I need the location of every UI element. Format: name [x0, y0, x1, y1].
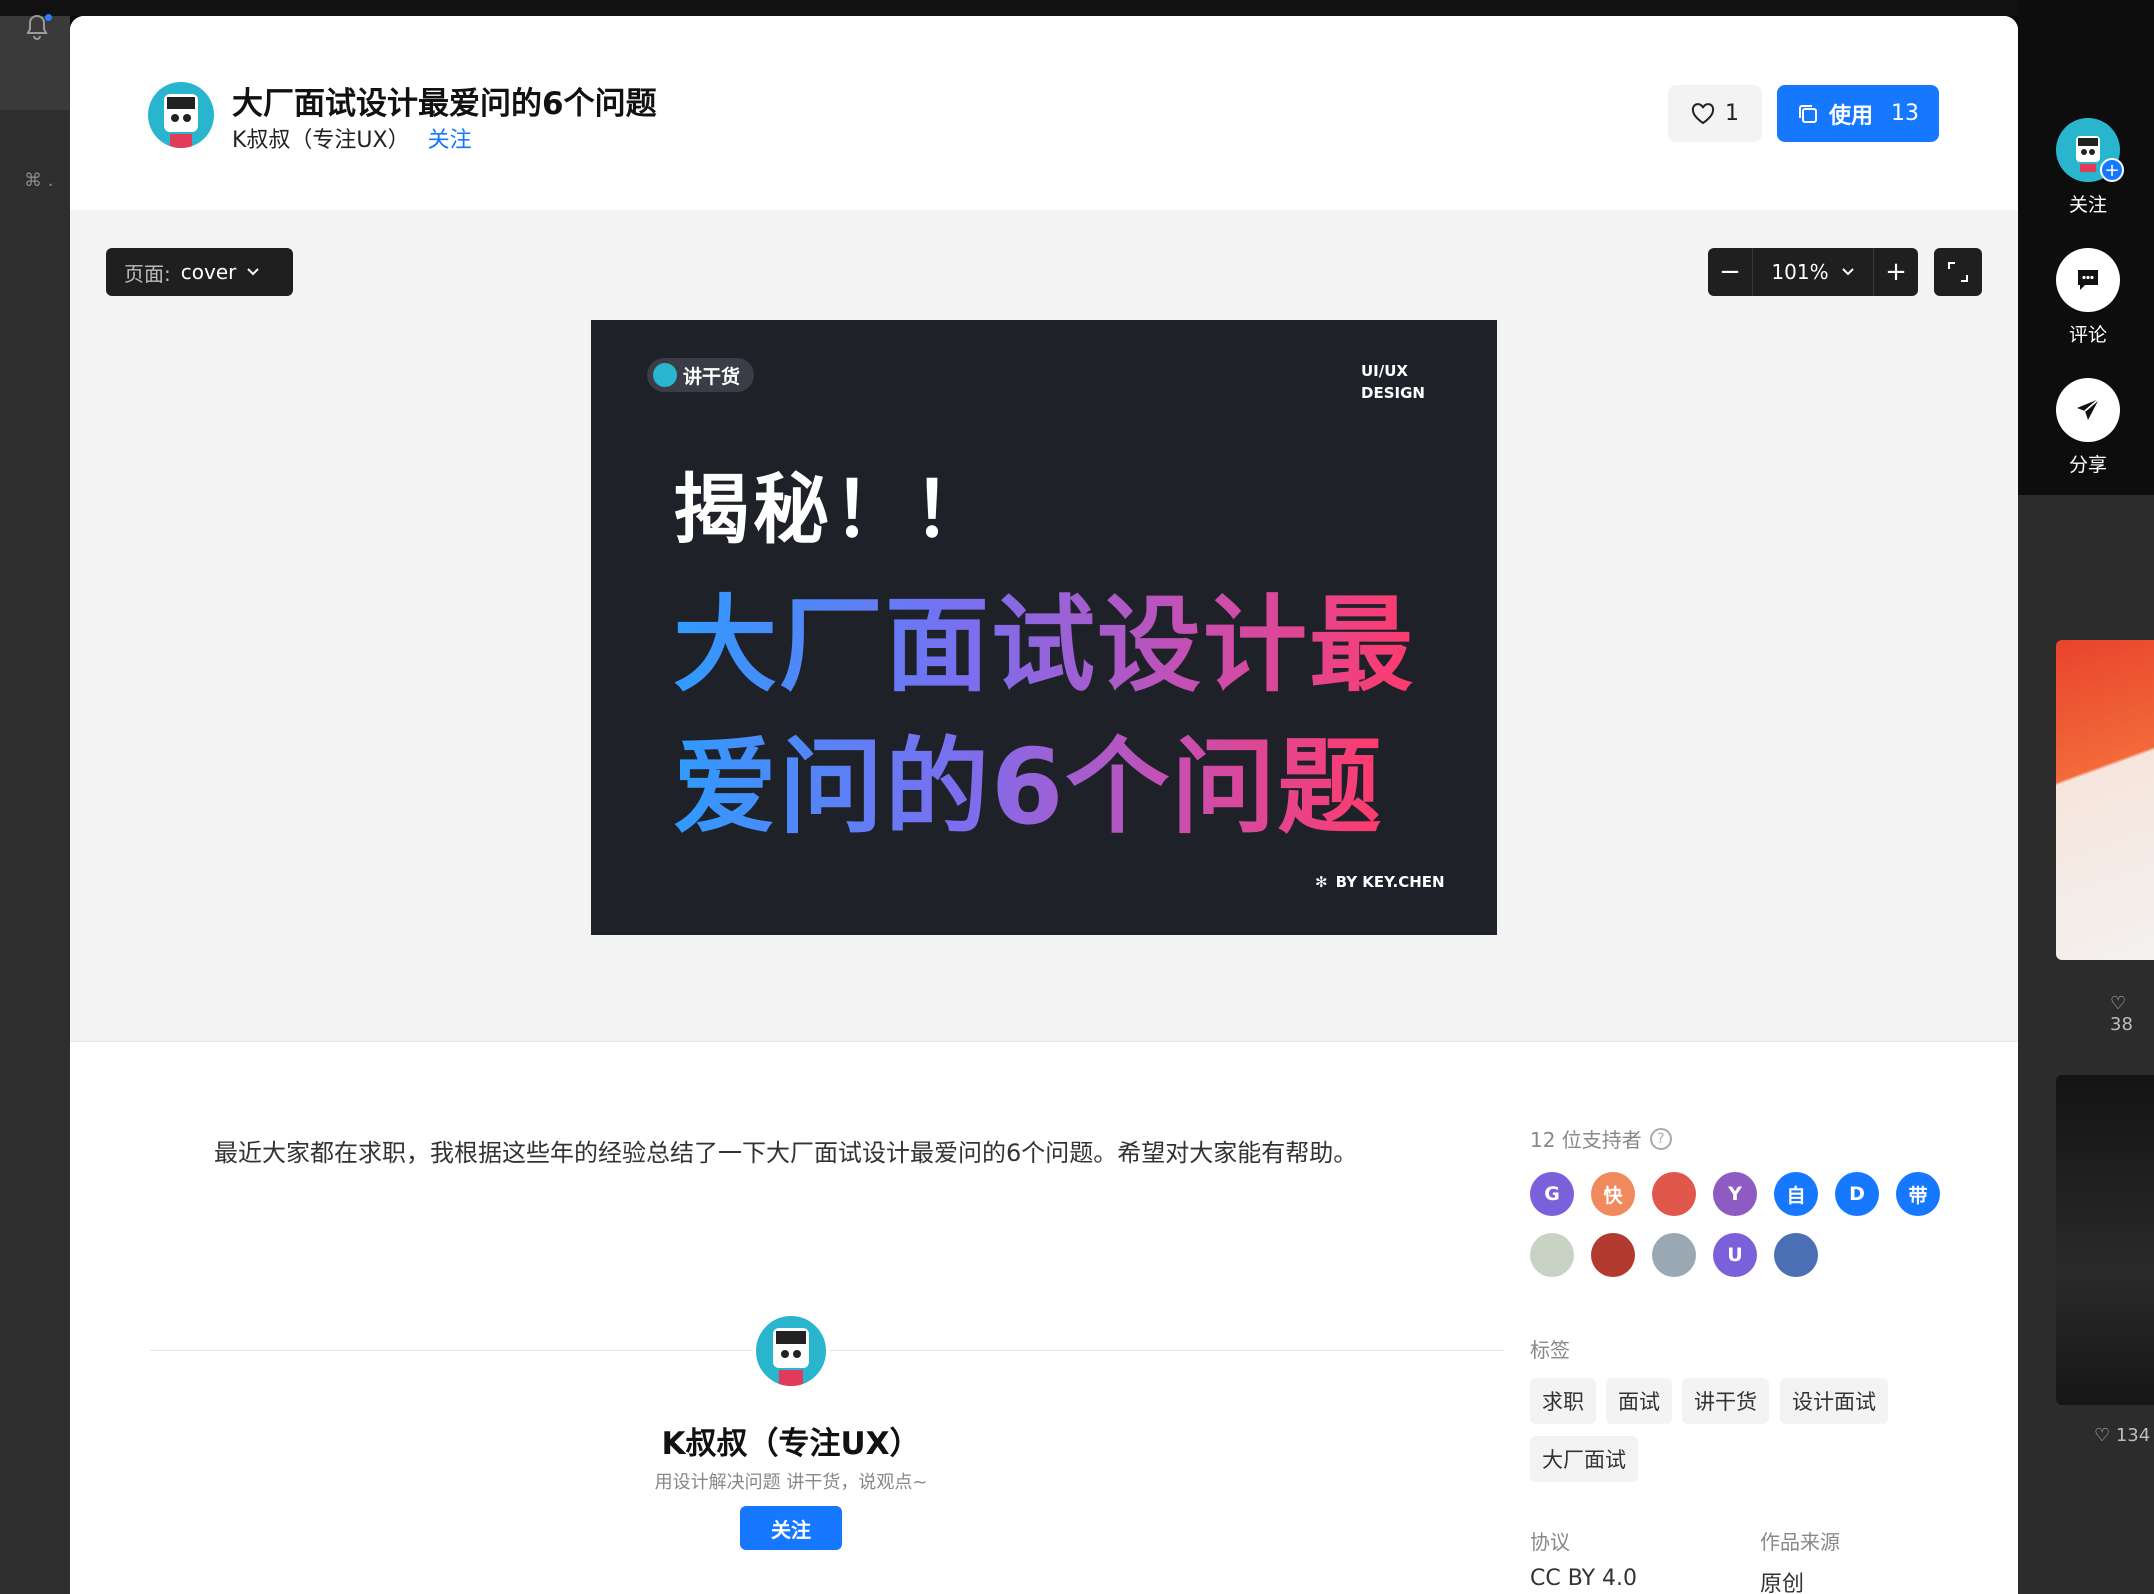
supporter-avatar[interactable]	[1774, 1233, 1818, 1277]
cover-reveal: 揭秘！！	[673, 465, 993, 554]
license-value[interactable]: CC BY 4.0	[1530, 1566, 1637, 1591]
cover-page: 讲干货 UI/UX DESIGN 揭秘！！ 大厂面试设计最 爱问的6个问题 ✻ …	[591, 320, 1497, 935]
supporters-heading-label: 12 位支持者	[1530, 1128, 1642, 1152]
supporter-avatar[interactable]: 快	[1591, 1172, 1635, 1216]
cover-byline: ✻ BY KEY.CHEN	[1315, 873, 1445, 891]
copy-icon	[1798, 104, 1817, 123]
feed-thumbnail[interactable]	[2056, 1075, 2154, 1405]
like-button[interactable]: 1	[1668, 85, 1762, 142]
follow-author-action[interactable]: + 关注	[2056, 118, 2124, 217]
share-icon[interactable]	[2056, 378, 2120, 442]
feed-like-count: ♡ 134	[2094, 1425, 2151, 1446]
use-button[interactable]: 使用 13	[1777, 85, 1939, 142]
preview-canvas[interactable]: 页面: cover − 101% + 讲干货 UI/UX DESIGN 揭秘！！…	[70, 210, 2018, 1042]
share-label: 分享	[2068, 454, 2107, 476]
author-avatar[interactable]	[148, 82, 214, 148]
supporter-avatar[interactable]: U	[1713, 1233, 1757, 1277]
cover-badge-label: 讲干货	[683, 365, 741, 388]
gear-icon: ✻	[1315, 873, 1328, 891]
author-line: K叔叔（专注UX） 关注	[232, 122, 472, 154]
work-description: 最近大家都在求职，我根据这些年的经验总结了一下大厂面试设计最爱问的6个问题。希望…	[214, 1139, 1358, 1167]
source-heading: 作品来源	[1760, 1530, 1840, 1554]
supporter-avatar[interactable]	[1591, 1233, 1635, 1277]
zoom-in-button[interactable]: +	[1874, 248, 1918, 296]
zoom-select[interactable]: 101%	[1752, 248, 1874, 296]
shortcut-hint: ⌘ .	[24, 170, 54, 191]
author-card-avatar[interactable]	[752, 1312, 830, 1390]
comment-label: 评论	[2068, 324, 2107, 346]
page-select[interactable]: 页面: cover	[106, 248, 293, 296]
heart-icon	[1691, 102, 1715, 124]
cover-headline-line1: 大厂面试设计最	[673, 560, 1415, 711]
cover-byline-text: BY KEY.CHEN	[1335, 873, 1445, 891]
zoom-out-button[interactable]: −	[1708, 248, 1752, 296]
notification-bell-icon[interactable]	[26, 14, 52, 42]
badge-avatar-icon	[653, 363, 677, 387]
tag-chip[interactable]: 大厂面试	[1530, 1436, 1638, 1482]
page-select-prefix: 页面:	[124, 261, 171, 286]
author-avatar[interactable]: +	[2056, 118, 2124, 182]
tag-chip[interactable]: 讲干货	[1682, 1378, 1769, 1424]
fullscreen-icon	[1948, 262, 1968, 282]
notification-dot	[45, 14, 52, 21]
plus-icon: +	[2100, 158, 2124, 182]
top-bar	[0, 0, 2154, 16]
share-action[interactable]: 分享	[2056, 378, 2120, 477]
comment-icon[interactable]	[2056, 248, 2120, 312]
author-card-bio: 用设计解决问题 讲干货，说观点~	[654, 1472, 928, 1493]
zoom-control: − 101% +	[1708, 248, 1918, 296]
chevron-down-icon	[247, 268, 260, 276]
fullscreen-button[interactable]	[1934, 248, 1982, 296]
page-select-value: cover	[180, 260, 237, 284]
supporter-avatar[interactable]	[1530, 1233, 1574, 1277]
modal-header: 大厂面试设计最爱问的6个问题 K叔叔（专注UX） 关注 1 使用 13	[70, 16, 2018, 210]
like-count: 1	[1725, 101, 1739, 126]
tag-chip[interactable]: 设计面试	[1780, 1378, 1888, 1424]
left-rail	[0, 0, 70, 1594]
help-icon[interactable]: ?	[1649, 1127, 1672, 1150]
zoom-value: 101%	[1771, 260, 1829, 284]
author-card-follow-button[interactable]: 关注	[740, 1506, 842, 1550]
cover-badge: 讲干货	[647, 358, 755, 392]
supporter-avatar[interactable]: G	[1530, 1172, 1574, 1216]
source-value: 原创	[1760, 1572, 1805, 1594]
follow-label: 关注	[2068, 194, 2107, 216]
tag-chip[interactable]: 面试	[1606, 1378, 1672, 1424]
use-count: 13	[1891, 101, 1919, 126]
work-detail-modal: 大厂面试设计最爱问的6个问题 K叔叔（专注UX） 关注 1 使用 13 页面: c…	[70, 16, 2018, 1594]
work-sidebar: 12 位支持者 ? G 快 Y 自 D 带 U 标签 求职 面试 讲干货 设计面…	[1530, 1124, 1970, 1594]
supporter-avatar[interactable]: 带	[1896, 1172, 1940, 1216]
author-name[interactable]: K叔叔（专注UX）	[232, 128, 410, 153]
supporter-avatar[interactable]: 自	[1774, 1172, 1818, 1216]
cover-design-tag: UI/UX DESIGN	[1361, 360, 1425, 404]
tag-chip[interactable]: 求职	[1530, 1378, 1596, 1424]
feed-like-count: ♡ 38	[2110, 993, 2133, 1035]
license-heading: 协议	[1530, 1530, 1570, 1554]
cover-headline-line2: 爱问的6个问题	[673, 702, 1383, 853]
supporter-avatar[interactable]	[1652, 1172, 1696, 1216]
follow-link[interactable]: 关注	[428, 128, 472, 153]
cover-design-line1: UI/UX	[1361, 362, 1408, 380]
tags-heading: 标签	[1530, 1338, 1570, 1362]
supporters-heading: 12 位支持者 ?	[1530, 1124, 1970, 1153]
chevron-down-icon	[1841, 268, 1854, 276]
supporter-avatar[interactable]	[1652, 1233, 1696, 1277]
use-label: 使用	[1828, 103, 1873, 129]
supporter-avatar[interactable]: D	[1835, 1172, 1879, 1216]
feed-thumbnail[interactable]	[2056, 640, 2154, 960]
work-title: 大厂面试设计最爱问的6个问题	[232, 86, 657, 122]
author-card-name[interactable]: K叔叔（专注UX）	[470, 1418, 1112, 1463]
comment-action[interactable]: 评论	[2056, 248, 2120, 347]
cover-design-line2: DESIGN	[1361, 384, 1425, 402]
supporter-avatar[interactable]: Y	[1713, 1172, 1757, 1216]
